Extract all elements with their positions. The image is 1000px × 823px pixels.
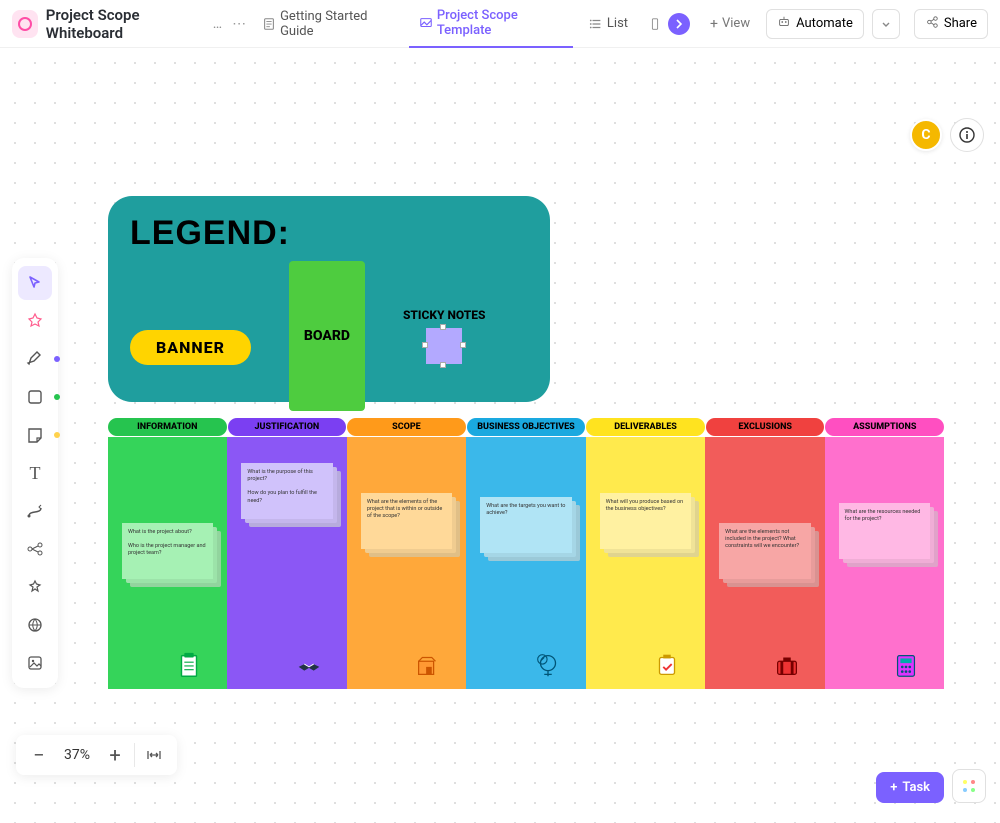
column-icon (410, 647, 446, 683)
sticky-note[interactable]: What will you produce based on the busin… (600, 493, 691, 549)
tab-list[interactable]: List (579, 0, 638, 48)
tab-getting-started[interactable]: Getting Started Guide (252, 0, 403, 48)
share-button[interactable]: Share (914, 9, 988, 39)
legend-card[interactable]: LEGEND: BANNER BOARD STICKY NOTES (108, 196, 550, 402)
automate-label: Automate (796, 16, 853, 31)
column-icon (171, 647, 207, 683)
app-logo[interactable] (12, 10, 38, 38)
zoom-in-button[interactable]: + (98, 738, 132, 772)
column-icon (530, 647, 566, 683)
zoom-level[interactable]: 37% (56, 747, 98, 763)
info-button[interactable] (950, 118, 984, 152)
tool-shape[interactable] (18, 380, 52, 414)
column-bodies: What is the project about? Who is the pr… (108, 437, 944, 689)
whiteboard-icon (419, 16, 433, 30)
create-task-button[interactable]: + Task (876, 772, 944, 803)
column-body[interactable]: What are the targets you want to achieve… (466, 437, 585, 689)
sticky-note[interactable]: What is the project about? Who is the pr… (122, 523, 213, 579)
apps-button[interactable] (952, 769, 986, 803)
tool-connector[interactable] (18, 494, 52, 528)
sticky-note[interactable]: What are the elements not included in th… (719, 523, 810, 579)
sticky-note[interactable]: What are the resources needed for the pr… (839, 503, 930, 559)
automate-button[interactable]: Automate (766, 9, 864, 39)
overflow-indicator (668, 13, 690, 35)
legend-sticky-label: STICKY NOTES (403, 308, 485, 322)
tab-label: List (607, 16, 628, 31)
column-body[interactable]: What is the purpose of this project? How… (227, 437, 346, 689)
more-options-icon[interactable]: ⋯ (232, 16, 246, 32)
add-view-button[interactable]: + View (700, 0, 760, 48)
sticky-note[interactable]: What is the purpose of this project? How… (241, 463, 332, 519)
column-header[interactable]: BUSINESS OBJECTIVES (467, 418, 586, 436)
tool-select[interactable] (18, 266, 52, 300)
column-header[interactable]: SCOPE (347, 418, 466, 436)
column-body[interactable]: What will you produce based on the busin… (586, 437, 705, 689)
share-label: Share (944, 16, 977, 31)
tab-project-scope-template[interactable]: Project Scope Template (409, 0, 573, 48)
document-title[interactable]: Project Scope Whiteboard (46, 6, 207, 42)
column-headers: INFORMATIONJUSTIFICATIONSCOPEBUSINESS OB… (108, 418, 944, 436)
tab-label: Getting Started Guide (280, 9, 393, 39)
column-body[interactable]: What are the resources needed for the pr… (825, 437, 944, 689)
legend-sticky-group: STICKY NOTES (403, 308, 485, 364)
column-header[interactable]: ASSUMPTIONS (825, 418, 944, 436)
tool-sticky[interactable] (18, 418, 52, 452)
sticky-note[interactable]: What are the elements of the project tha… (361, 493, 452, 549)
column-body[interactable]: What are the elements of the project tha… (347, 437, 466, 689)
whiteboard-canvas[interactable]: C LEGEND: BANNER BOARD STICKY NOTES INFO… (0, 48, 1000, 823)
tool-pen[interactable] (18, 342, 52, 376)
legend-title: LEGEND: (130, 214, 528, 253)
list-icon (589, 17, 603, 31)
column-icon (888, 647, 924, 683)
add-view-label: View (722, 16, 750, 31)
tool-image[interactable] (18, 646, 52, 680)
column-body[interactable]: What are the elements not included in th… (705, 437, 824, 689)
doc-icon (262, 17, 276, 31)
tool-palette: T (12, 258, 58, 688)
top-bar: Project Scope Whiteboard … ⋯ Getting Sta… (0, 0, 1000, 48)
tool-text[interactable]: T (18, 456, 52, 490)
column-body[interactable]: What is the project about? Who is the pr… (108, 437, 227, 689)
column-header[interactable]: JUSTIFICATION (228, 418, 347, 436)
title-truncate: … (213, 16, 222, 32)
column-icon (769, 647, 805, 683)
zoom-out-button[interactable]: − (22, 738, 56, 772)
automate-dropdown[interactable] (872, 9, 900, 39)
plus-icon: + (890, 780, 897, 795)
sticky-note[interactable]: What are the targets you want to achieve… (480, 497, 571, 553)
column-icon (649, 647, 685, 683)
column-icon (291, 647, 327, 683)
tool-relationship[interactable] (18, 532, 52, 566)
fit-to-screen-button[interactable] (137, 738, 171, 772)
plus-icon: + (710, 16, 718, 32)
tab-overflow[interactable] (644, 0, 694, 48)
tool-web[interactable] (18, 608, 52, 642)
tool-ai[interactable] (18, 570, 52, 604)
tab-label: Project Scope Template (437, 8, 563, 38)
tool-generate[interactable] (18, 304, 52, 338)
legend-banner-pill: BANNER (130, 330, 251, 365)
robot-icon (777, 15, 791, 33)
task-button-label: Task (902, 780, 930, 795)
column-header[interactable]: INFORMATION (108, 418, 227, 436)
zoom-controls: − 37% + (16, 735, 177, 775)
scope-columns: INFORMATIONJUSTIFICATIONSCOPEBUSINESS OB… (108, 418, 944, 689)
column-header[interactable]: EXCLUSIONS (706, 418, 825, 436)
user-avatar[interactable]: C (910, 119, 942, 151)
legend-sticky-note[interactable] (426, 328, 462, 364)
legend-board-box: BOARD (289, 261, 365, 411)
share-icon (925, 15, 939, 33)
column-header[interactable]: DELIVERABLES (586, 418, 705, 436)
device-icon (648, 17, 662, 31)
